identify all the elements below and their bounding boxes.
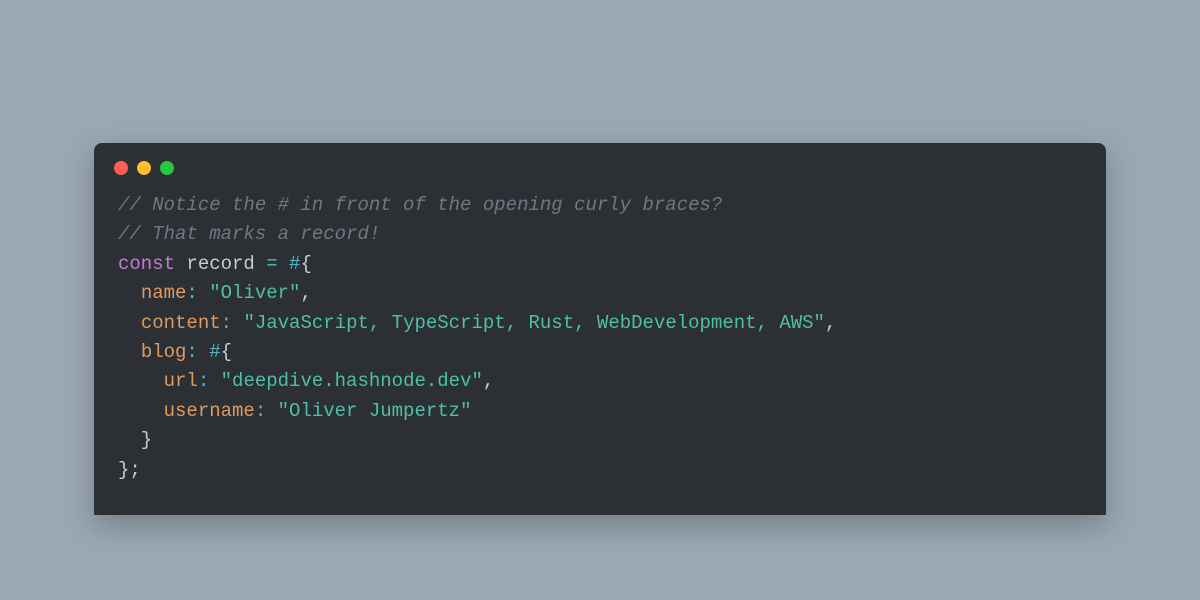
code-keyword: const xyxy=(118,253,175,275)
code-space xyxy=(209,370,220,392)
close-icon[interactable] xyxy=(114,161,128,175)
code-brace: } xyxy=(118,429,152,451)
code-operator: = xyxy=(266,253,277,275)
code-key: blog xyxy=(141,341,187,363)
code-colon: : xyxy=(186,282,197,304)
code-brace: { xyxy=(300,253,311,275)
code-string: "deepdive.hashnode.dev" xyxy=(221,370,483,392)
code-colon: : xyxy=(221,312,232,334)
code-key: url xyxy=(164,370,198,392)
code-string: "JavaScript, TypeScript, Rust, WebDevelo… xyxy=(243,312,825,334)
code-brace: { xyxy=(221,341,232,363)
code-key: username xyxy=(164,400,255,422)
canvas: // Notice the # in front of the opening … xyxy=(0,0,1200,600)
code-hash: # xyxy=(289,253,300,275)
code-indent xyxy=(118,312,141,334)
code-comment: // Notice the # in front of the opening … xyxy=(118,194,722,216)
code-indent xyxy=(118,370,164,392)
code-colon: : xyxy=(255,400,266,422)
code-hash: # xyxy=(209,341,220,363)
code-space xyxy=(198,341,209,363)
code-comma: , xyxy=(483,370,494,392)
code-semicolon: ; xyxy=(129,459,140,481)
code-colon: : xyxy=(198,370,209,392)
code-indent xyxy=(118,282,141,304)
code-brace: } xyxy=(118,459,129,481)
window-titlebar xyxy=(94,143,1106,185)
code-space xyxy=(198,282,209,304)
minimize-icon[interactable] xyxy=(137,161,151,175)
code-indent xyxy=(118,341,141,363)
code-comma: , xyxy=(825,312,836,334)
code-space xyxy=(232,312,243,334)
code-identifier: record xyxy=(175,253,266,275)
code-comment: // That marks a record! xyxy=(118,223,380,245)
zoom-icon[interactable] xyxy=(160,161,174,175)
code-string: "Oliver" xyxy=(209,282,300,304)
code-space xyxy=(266,400,277,422)
code-key: content xyxy=(141,312,221,334)
code-indent xyxy=(118,400,164,422)
code-block: // Notice the # in front of the opening … xyxy=(94,191,1106,491)
code-comma: , xyxy=(300,282,311,304)
code-key: name xyxy=(141,282,187,304)
code-window: // Notice the # in front of the opening … xyxy=(94,143,1106,515)
code-colon: : xyxy=(186,341,197,363)
code-punct xyxy=(278,253,289,275)
code-string: "Oliver Jumpertz" xyxy=(278,400,472,422)
